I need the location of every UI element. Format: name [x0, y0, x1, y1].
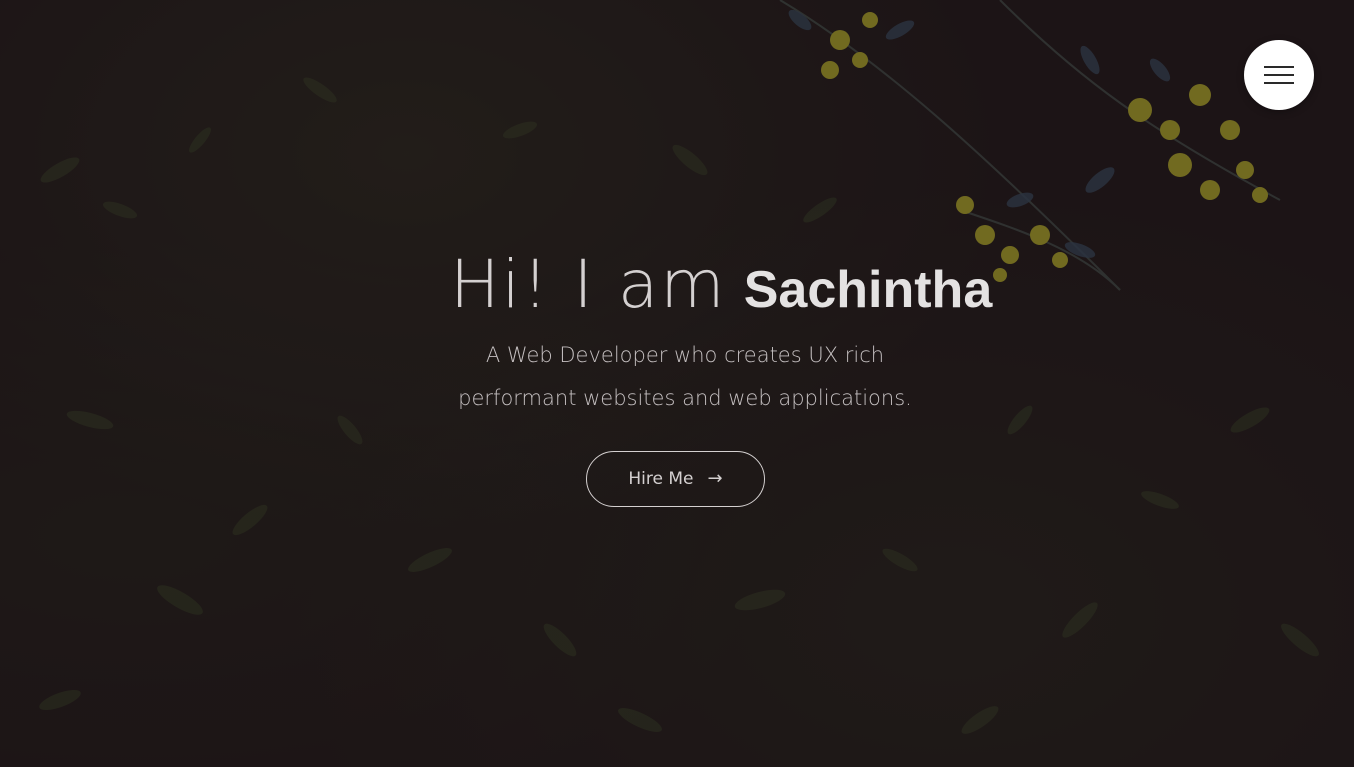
hero-tagline: A Web Developer who creates UX rich perf… — [450, 334, 920, 420]
hire-me-label: Hire Me — [628, 469, 694, 489]
hire-me-button[interactable]: Hire Me → — [586, 451, 765, 507]
hamburger-menu-button[interactable] — [1244, 40, 1314, 110]
name-text: Sachintha — [743, 261, 993, 319]
hero-section: Hi! I am Sachintha A Web Developer who c… — [0, 0, 1354, 767]
hamburger-menu-icon-line — [1264, 74, 1294, 76]
arrow-right-icon: → — [707, 468, 723, 489]
hamburger-menu-icon-line — [1264, 82, 1294, 84]
tagline-line-1: A Web Developer who creates UX rich — [485, 343, 885, 367]
greeting-text: Hi! I am — [450, 246, 727, 323]
hero-content: Hi! I am Sachintha A Web Developer who c… — [450, 252, 1010, 507]
tagline-line-2: performant websites and web applications… — [458, 386, 912, 410]
hero-headline: Hi! I am Sachintha — [450, 252, 1010, 318]
hamburger-menu-icon — [1264, 66, 1294, 68]
